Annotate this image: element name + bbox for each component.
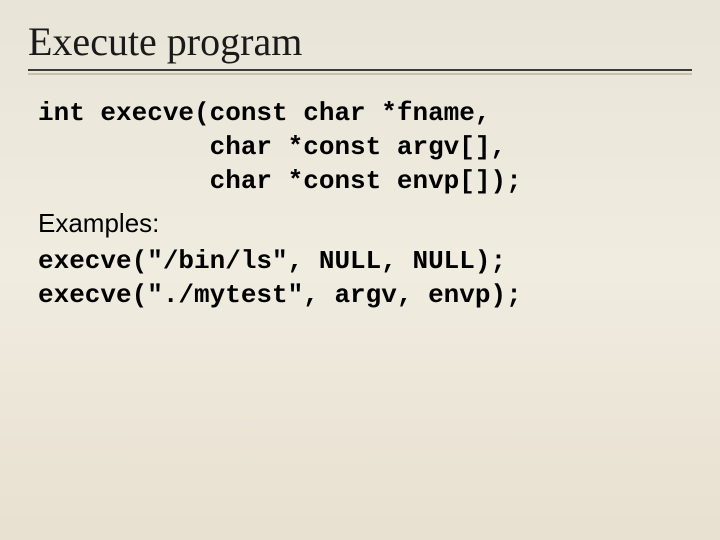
function-signature: int execve(const char *fname, char *cons… [38,97,682,198]
code-line: int execve(const char *fname, [38,98,490,128]
page-title: Execute program [28,18,692,65]
code-line: char *const envp[]); [38,166,522,196]
code-line: execve("/bin/ls", NULL, NULL); [38,246,506,276]
code-line: char *const argv[], [38,132,506,162]
code-line: execve("./mytest", argv, envp); [38,280,522,310]
example-code: execve("/bin/ls", NULL, NULL); execve(".… [38,245,682,313]
slide: Execute program int execve(const char *f… [0,0,720,540]
title-underline [28,69,692,75]
content-area: int execve(const char *fname, char *cons… [28,97,692,313]
examples-heading: Examples: [38,208,682,239]
